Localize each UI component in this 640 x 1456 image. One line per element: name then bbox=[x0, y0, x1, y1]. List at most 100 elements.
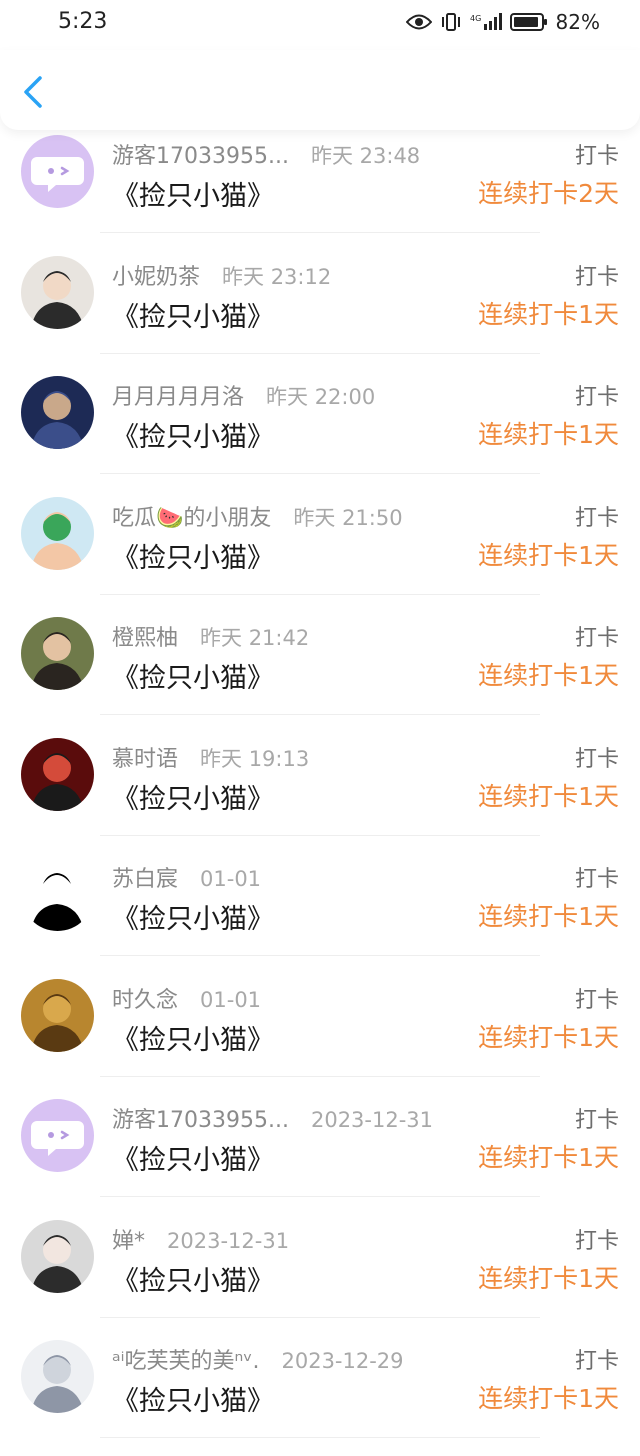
book-title[interactable]: 《捡只小猫》 bbox=[112, 1259, 274, 1298]
list-item[interactable]: ᵃⁱ吃芙芙的美ⁿᵛ. 2023-12-29 《捡只小猫》 打卡 连续打卡1天 bbox=[0, 1335, 640, 1456]
timestamp: 2023-12-29 bbox=[281, 1349, 404, 1373]
user-name[interactable]: 时久念 bbox=[112, 988, 178, 1013]
avatar[interactable] bbox=[21, 1219, 94, 1293]
list-item[interactable]: 游客17033955... 2023-12-31 《捡只小猫》 打卡 连续打卡1天 bbox=[0, 1094, 640, 1215]
checkin-label: 打卡 bbox=[574, 144, 619, 169]
name-line: 小妮奶茶 昨天 23:12 bbox=[112, 259, 331, 291]
avatar[interactable] bbox=[21, 255, 94, 329]
timestamp: 昨天 19:13 bbox=[200, 746, 310, 771]
avatar[interactable] bbox=[21, 617, 94, 690]
list-item[interactable]: 慕时语 昨天 19:13 《捡只小猫》 打卡 连续打卡1天 bbox=[0, 733, 640, 854]
user-name[interactable]: 月月月月月洛 bbox=[112, 385, 244, 410]
user-name[interactable]: 婵* bbox=[112, 1229, 145, 1254]
signal-4g-icon: 4G bbox=[470, 12, 502, 32]
book-title[interactable]: 《捡只小猫》 bbox=[112, 656, 274, 695]
user-photo bbox=[21, 1219, 94, 1293]
streak-badge: 连续打卡1天 bbox=[478, 902, 619, 931]
battery-icon bbox=[509, 12, 548, 32]
checkin-label: 打卡 bbox=[574, 1108, 619, 1133]
user-name[interactable]: 游客17033955... bbox=[112, 1108, 289, 1133]
divider bbox=[100, 714, 540, 715]
svg-text:4G: 4G bbox=[470, 14, 481, 23]
name-line: 慕时语 昨天 19:13 bbox=[112, 741, 309, 773]
divider bbox=[100, 593, 540, 595]
status-icons: 4G 82% bbox=[405, 10, 600, 34]
book-title[interactable]: 《捡只小猫》 bbox=[112, 1379, 274, 1418]
user-photo bbox=[21, 737, 94, 811]
checkin-list: 游客17033955... 昨天 23:48 《捡只小猫》 打卡 连续打卡2天 小… bbox=[0, 130, 640, 1456]
user-name[interactable]: 慕时语 bbox=[112, 747, 178, 772]
back-button[interactable] bbox=[18, 72, 52, 112]
name-line: 月月月月月洛 昨天 22:00 bbox=[112, 379, 375, 411]
list-item[interactable]: 婵* 2023-12-31 《捡只小猫》 打卡 连续打卡1天 bbox=[0, 1215, 640, 1336]
list-item[interactable]: 橙熙柚 昨天 21:42 《捡只小猫》 打卡 连续打卡1天 bbox=[0, 612, 640, 733]
list-item[interactable]: 月月月月月洛 昨天 22:00 《捡只小猫》 打卡 连续打卡1天 bbox=[0, 371, 640, 492]
streak-badge: 连续打卡1天 bbox=[478, 781, 619, 811]
name-line: 时久念 01-01 bbox=[112, 982, 261, 1014]
list-item[interactable]: 小妮奶茶 昨天 23:12 《捡只小猫》 打卡 连续打卡1天 bbox=[0, 251, 640, 372]
guest-avatar-icon bbox=[21, 1099, 94, 1172]
book-title[interactable]: 《捡只小猫》 bbox=[112, 1138, 274, 1177]
user-name[interactable]: 苏白宸 bbox=[112, 867, 178, 892]
book-title[interactable]: 《捡只小猫》 bbox=[112, 1018, 274, 1057]
book-title[interactable]: 《捡只小猫》 bbox=[112, 295, 274, 334]
timestamp: 01-01 bbox=[200, 867, 262, 891]
nav-bar bbox=[0, 50, 640, 130]
list-item[interactable]: 吃瓜🍉的小朋友 昨天 21:50 《捡只小猫》 打卡 连续打卡1天 bbox=[0, 492, 640, 613]
eye-icon bbox=[405, 13, 432, 31]
name-line: ᵃⁱ吃芙芙的美ⁿᵛ. 2023-12-29 bbox=[112, 1343, 404, 1375]
user-name[interactable]: 橙熙柚 bbox=[112, 626, 178, 651]
divider bbox=[100, 1316, 540, 1318]
streak-badge: 连续打卡1天 bbox=[478, 1384, 619, 1413]
timestamp: 昨天 23:12 bbox=[222, 264, 332, 289]
streak-badge: 连续打卡2天 bbox=[478, 179, 619, 208]
checkin-label: 打卡 bbox=[574, 746, 619, 772]
name-line: 橙熙柚 昨天 21:42 bbox=[112, 620, 309, 652]
checkin-label: 打卡 bbox=[574, 1349, 619, 1374]
book-title[interactable]: 《捡只小猫》 bbox=[112, 777, 274, 816]
divider bbox=[100, 1075, 540, 1077]
book-title[interactable]: 《捡只小猫》 bbox=[112, 174, 274, 213]
checkin-label: 打卡 bbox=[574, 626, 619, 651]
timestamp: 2023-12-31 bbox=[310, 1108, 434, 1132]
streak-badge: 连续打卡1天 bbox=[478, 1263, 619, 1293]
avatar[interactable] bbox=[21, 858, 94, 931]
divider bbox=[100, 473, 540, 474]
book-title[interactable]: 《捡只小猫》 bbox=[112, 897, 274, 936]
divider bbox=[100, 352, 540, 354]
status-time: 5:23 bbox=[58, 9, 108, 34]
divider bbox=[100, 955, 540, 956]
user-name[interactable]: 小妮奶茶 bbox=[112, 265, 200, 290]
timestamp: 昨天 21:42 bbox=[200, 626, 310, 650]
checkin-label: 打卡 bbox=[574, 505, 619, 531]
user-name[interactable]: 游客17033955... bbox=[112, 144, 289, 169]
user-photo bbox=[21, 858, 94, 931]
avatar[interactable] bbox=[21, 1099, 94, 1172]
user-photo bbox=[21, 255, 94, 329]
user-photo bbox=[21, 1340, 94, 1413]
checkin-label: 打卡 bbox=[574, 867, 619, 892]
user-photo bbox=[21, 978, 94, 1052]
book-title[interactable]: 《捡只小猫》 bbox=[112, 536, 274, 575]
streak-badge: 连续打卡1天 bbox=[478, 661, 619, 690]
user-name[interactable]: ᵃⁱ吃芙芙的美ⁿᵛ. bbox=[112, 1349, 259, 1374]
name-line: 婵* 2023-12-31 bbox=[112, 1223, 289, 1255]
divider bbox=[100, 834, 540, 836]
avatar[interactable] bbox=[21, 1340, 94, 1413]
streak-badge: 连续打卡1天 bbox=[478, 1022, 619, 1052]
timestamp: 昨天 21:50 bbox=[293, 505, 403, 530]
list-item[interactable]: 苏白宸 01-01 《捡只小猫》 打卡 连续打卡1天 bbox=[0, 853, 640, 974]
avatar[interactable] bbox=[21, 496, 94, 570]
avatar[interactable] bbox=[21, 376, 94, 449]
vibrate-icon bbox=[440, 12, 462, 32]
avatar[interactable] bbox=[21, 737, 94, 811]
name-line: 吃瓜🍉的小朋友 昨天 21:50 bbox=[112, 500, 403, 532]
book-title[interactable]: 《捡只小猫》 bbox=[112, 415, 274, 454]
avatar[interactable] bbox=[21, 135, 94, 208]
streak-badge: 连续打卡1天 bbox=[478, 299, 619, 329]
avatar[interactable] bbox=[21, 978, 94, 1052]
list-item[interactable]: 时久念 01-01 《捡只小猫》 打卡 连续打卡1天 bbox=[0, 974, 640, 1095]
guest-avatar-icon bbox=[21, 135, 94, 208]
user-name[interactable]: 吃瓜🍉的小朋友 bbox=[112, 506, 271, 531]
list-item[interactable]: 游客17033955... 昨天 23:48 《捡只小猫》 打卡 连续打卡2天 bbox=[0, 130, 640, 251]
